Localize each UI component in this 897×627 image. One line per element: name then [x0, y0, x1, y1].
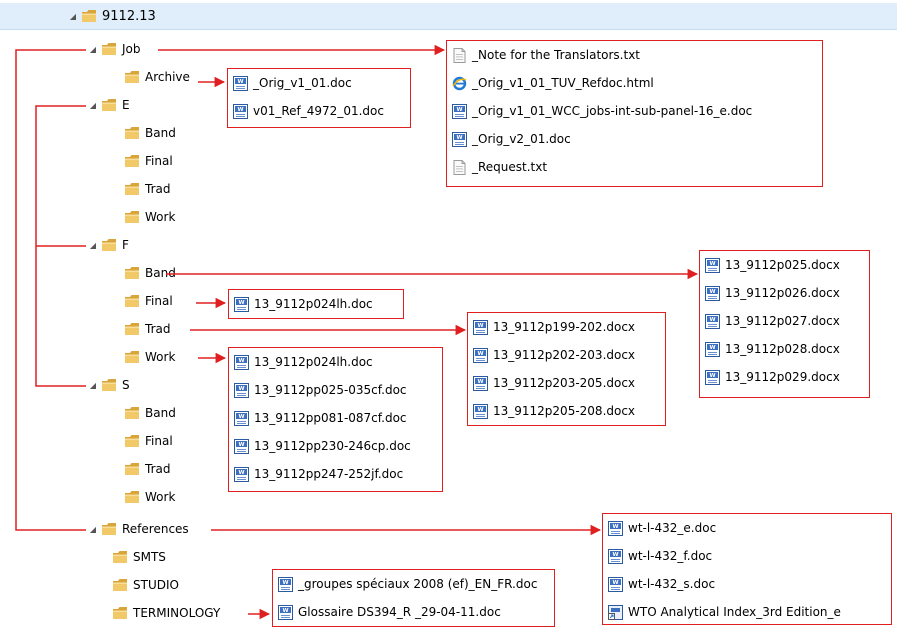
annotation-arrows	[15, 44, 699, 620]
job-references-bracket	[15, 49, 86, 531]
